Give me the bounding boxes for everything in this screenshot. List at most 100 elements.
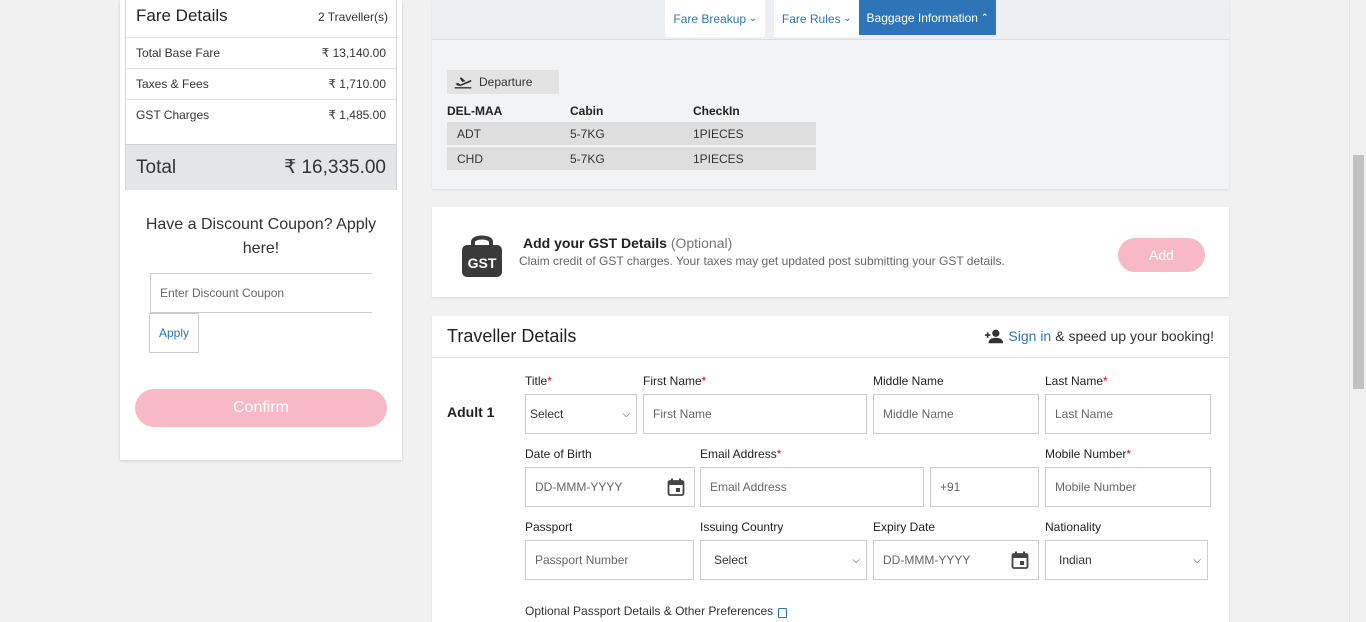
- issuing-country-label: Issuing Country: [700, 520, 784, 534]
- fare-row-gst: GST Charges ₹ 1,485.00: [126, 99, 396, 130]
- traveller-title: Traveller Details: [447, 326, 577, 346]
- expiry-date-input[interactable]: DD-MMM-YYYY: [873, 540, 1039, 580]
- dob-label: Date of Birth: [525, 447, 592, 461]
- table-cell: CHD: [457, 151, 483, 166]
- fare-info-panel: Fare Breakup ⌄ Fare Rules ⌄ Baggage Info…: [432, 0, 1229, 189]
- title-select-value: Select: [530, 407, 564, 421]
- fare-row-label: Taxes & Fees: [136, 77, 209, 91]
- optional-passport-toggle[interactable]: Optional Passport Details & Other Prefer…: [525, 604, 788, 618]
- passport-label: Passport: [525, 520, 573, 534]
- gst-title: Add your GST Details (Optional): [523, 235, 732, 251]
- column-header: CheckIn: [693, 104, 740, 118]
- adult-label: Adult 1: [447, 404, 495, 420]
- calendar-icon[interactable]: [667, 478, 685, 496]
- total-label: Total: [136, 156, 177, 178]
- mobile-input[interactable]: Mobile Number: [1045, 467, 1211, 507]
- fare-row-value: ₹ 13,140.00: [321, 46, 386, 60]
- title-label: Title*: [525, 374, 552, 388]
- page-scrollbar[interactable]: [1349, 0, 1366, 622]
- nationality-select[interactable]: Indian ⌵: [1045, 540, 1208, 580]
- fare-header: Fare Details 2 Traveller(s): [136, 6, 388, 26]
- mobile-label: Mobile Number*: [1045, 447, 1132, 461]
- column-header: Cabin: [570, 104, 604, 118]
- total-value: ₹ 16,335.00: [284, 157, 386, 178]
- coupon-input[interactable]: [150, 273, 372, 313]
- expand-icon[interactable]: [778, 608, 788, 618]
- traveller-count: 2 Traveller(s): [317, 10, 388, 24]
- issuing-country-select[interactable]: Select ⌵: [700, 540, 867, 580]
- tab-label: Baggage Information: [866, 10, 978, 25]
- gst-lock-icon: GST: [462, 235, 502, 277]
- passport-input[interactable]: Passport Number: [525, 540, 694, 580]
- nationality-label: Nationality: [1045, 520, 1102, 534]
- middle-name-label: Middle Name: [873, 374, 944, 388]
- departure-label: Departure: [479, 75, 533, 89]
- scrollbar-thumb[interactable]: [1353, 155, 1364, 389]
- chevron-down-icon: ⌵: [852, 554, 860, 566]
- fare-row-base: Total Base Fare ₹ 13,140.00: [126, 37, 396, 68]
- fare-row-label: GST Charges: [136, 108, 210, 122]
- fare-row-taxes: Taxes & Fees ₹ 1,710.00: [126, 68, 396, 99]
- tab-fare-breakup[interactable]: Fare Breakup ⌄: [665, 0, 765, 37]
- chevron-down-icon: ⌄: [843, 13, 852, 23]
- apply-coupon-button[interactable]: Apply: [149, 313, 199, 353]
- gst-details-card: GST Add your GST Details (Optional) Clai…: [432, 207, 1229, 297]
- fare-row-value: ₹ 1,710.00: [328, 77, 386, 91]
- fare-row-value: ₹ 1,485.00: [328, 108, 386, 122]
- tab-label: Fare Breakup: [673, 11, 747, 26]
- fare-row-label: Total Base Fare: [136, 46, 221, 60]
- middle-name-input[interactable]: Middle Name: [873, 394, 1039, 434]
- calendar-icon[interactable]: [1011, 551, 1029, 569]
- last-name-input[interactable]: Last Name: [1045, 394, 1211, 434]
- first-name-input[interactable]: First Name: [643, 394, 867, 434]
- nationality-value: Indian: [1059, 553, 1092, 567]
- chevron-down-icon: ⌄: [749, 13, 757, 23]
- fare-total-row: Total ₹ 16,335.00: [126, 144, 396, 190]
- optional-passport-label: Optional Passport Details & Other Prefer…: [525, 604, 774, 618]
- baggage-table: DEL-MAA Cabin CheckIn ADT 5-7KG 1PIECES …: [447, 100, 816, 172]
- coupon-heading: Have a Discount Coupon? Apply here!: [145, 216, 377, 257]
- table-row: ADT 5-7KG 1PIECES: [447, 122, 816, 145]
- gst-icon-text: GST: [468, 255, 497, 271]
- country-code-input[interactable]: +91: [930, 467, 1039, 507]
- last-name-label: Last Name*: [1045, 374, 1108, 388]
- table-cell: ADT: [457, 126, 481, 141]
- traveller-details-card: Traveller Details Sign in & speed up you…: [432, 316, 1229, 622]
- expiry-placeholder: DD-MMM-YYYY: [883, 553, 971, 567]
- table-cell: 1PIECES: [693, 126, 744, 141]
- gst-title-text: Add your GST Details: [523, 235, 667, 251]
- signin-prompt: Sign in & speed up your booking!: [984, 328, 1214, 344]
- email-label: Email Address*: [700, 447, 782, 461]
- gst-optional: (Optional): [670, 235, 733, 251]
- table-cell: 5-7KG: [570, 151, 605, 166]
- fare-tabs-bar: Fare Breakup ⌄ Fare Rules ⌄ Baggage Info…: [432, 0, 1229, 40]
- gst-subtitle: Claim credit of GST charges. Your taxes …: [519, 254, 1005, 268]
- plane-departure-icon: [454, 77, 472, 89]
- fare-summary-card: Fare Details 2 Traveller(s) Total Base F…: [120, 0, 402, 460]
- fare-title: Fare Details: [136, 6, 228, 25]
- title-select[interactable]: Select ⌵: [525, 394, 637, 434]
- confirm-button[interactable]: Confirm: [135, 389, 387, 427]
- fare-details-box: Fare Details 2 Traveller(s) Total Base F…: [125, 0, 397, 190]
- column-header: DEL-MAA: [447, 104, 503, 118]
- tab-fare-rules[interactable]: Fare Rules ⌄: [774, 0, 859, 37]
- tab-baggage-information[interactable]: Baggage Information ⌃: [859, 0, 996, 35]
- tab-label: Fare Rules: [781, 11, 841, 26]
- first-name-label: First Name*: [643, 374, 707, 388]
- chevron-down-icon: ⌵: [1193, 554, 1201, 566]
- traveller-header: Traveller Details Sign in & speed up you…: [432, 316, 1229, 358]
- dob-input[interactable]: DD-MMM-YYYY: [525, 467, 695, 507]
- signin-link[interactable]: Sign in: [1008, 328, 1051, 344]
- expiry-date-label: Expiry Date: [873, 520, 936, 534]
- dob-placeholder: DD-MMM-YYYY: [535, 480, 623, 494]
- add-gst-button[interactable]: Add: [1118, 238, 1205, 272]
- table-cell: 5-7KG: [570, 126, 605, 141]
- user-add-icon: [985, 329, 1004, 344]
- issuing-country-value: Select: [714, 553, 748, 567]
- chevron-up-icon: ⌃: [980, 12, 989, 22]
- chevron-down-icon: ⌵: [622, 408, 630, 420]
- table-cell: 1PIECES: [693, 151, 744, 166]
- email-input[interactable]: Email Address: [700, 467, 924, 507]
- departure-chip: Departure: [447, 70, 559, 94]
- table-row: CHD 5-7KG 1PIECES: [447, 147, 816, 170]
